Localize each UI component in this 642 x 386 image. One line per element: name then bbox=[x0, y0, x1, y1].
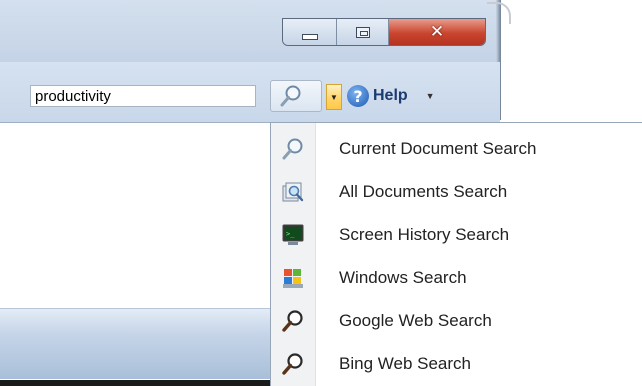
chevron-down-icon: ▼ bbox=[330, 92, 338, 102]
caption-buttons: ✕ bbox=[282, 18, 486, 46]
menu-item-current-document-search[interactable]: Current Document Search bbox=[271, 127, 642, 170]
close-icon: ✕ bbox=[429, 22, 445, 42]
menu-item-all-documents-search[interactable]: All Documents Search bbox=[271, 170, 642, 213]
menu-item-bing-web-search[interactable]: Bing Web Search bbox=[271, 342, 642, 385]
menu-item-label: Google Web Search bbox=[339, 310, 492, 330]
monitor-icon: >_ bbox=[282, 224, 304, 245]
menu-item-screen-history-search[interactable]: >_ Screen History Search bbox=[271, 213, 642, 256]
menu-item-label: All Documents Search bbox=[339, 181, 508, 201]
minimize-button[interactable] bbox=[283, 19, 337, 45]
magnifier-icon bbox=[280, 85, 301, 107]
maximize-icon bbox=[355, 26, 370, 38]
panel-divider bbox=[0, 380, 270, 386]
menu-item-label: Current Document Search bbox=[339, 138, 537, 158]
menu-item-windows-search[interactable]: Windows Search bbox=[271, 256, 642, 299]
windows-search-icon bbox=[283, 268, 303, 288]
chevron-down-icon: ▼ bbox=[425, 91, 435, 101]
search-type-menu: Current Document Search All Documents Se… bbox=[270, 122, 642, 386]
close-button[interactable]: ✕ bbox=[389, 19, 485, 45]
search-button[interactable] bbox=[270, 80, 322, 112]
documents-search-icon bbox=[282, 182, 304, 201]
minimize-icon bbox=[301, 34, 318, 40]
search-input[interactable] bbox=[30, 85, 256, 107]
magnifier-dark-icon bbox=[282, 352, 303, 375]
menu-item-google-web-search[interactable]: Google Web Search bbox=[271, 299, 642, 342]
help-icon: ? bbox=[347, 85, 369, 107]
help-label: Help bbox=[373, 87, 408, 104]
help-button[interactable]: ? Help ▼ bbox=[347, 80, 477, 112]
menu-item-label: Screen History Search bbox=[339, 224, 510, 244]
menu-item-label: Bing Web Search bbox=[339, 353, 471, 373]
maximize-button[interactable] bbox=[337, 19, 389, 45]
svg-text:>_: >_ bbox=[286, 230, 295, 238]
search-options-dropdown[interactable]: ▼ bbox=[326, 84, 342, 110]
document-panel-footer bbox=[0, 308, 270, 379]
page-curl-corner bbox=[487, 2, 511, 24]
magnifier-dark-icon bbox=[282, 309, 303, 332]
magnifier-icon bbox=[282, 138, 303, 159]
menu-item-label: Windows Search bbox=[339, 267, 467, 287]
